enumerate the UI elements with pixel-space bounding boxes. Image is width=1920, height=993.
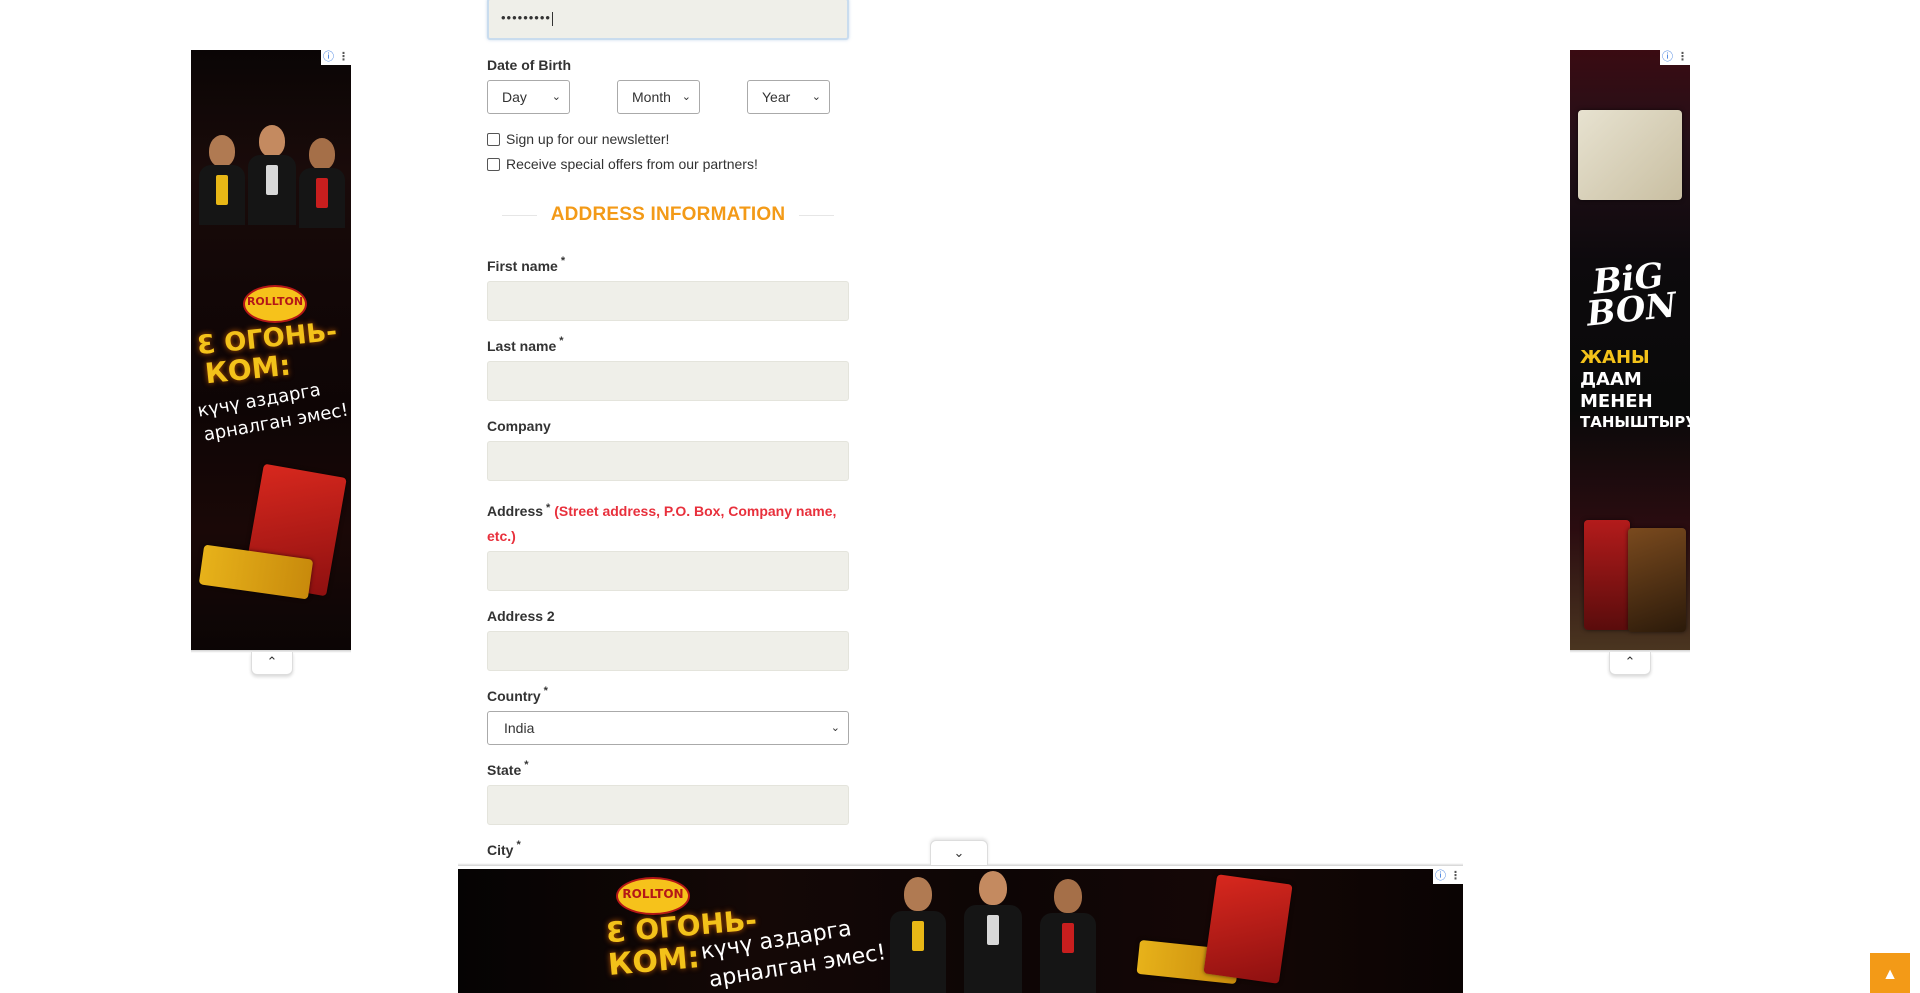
address-section-heading: ADDRESS INFORMATION: [502, 200, 834, 230]
chevron-down-icon: ⌄: [811, 91, 821, 103]
country-value: India: [504, 720, 535, 736]
ad-person: [299, 138, 345, 288]
ad-choices[interactable]: ⓘ ⋮: [321, 50, 351, 65]
state-label: State *: [487, 759, 529, 778]
password-value: •••••••••: [501, 10, 551, 25]
company-input[interactable]: [487, 441, 849, 481]
dob-day-value: Day: [502, 89, 527, 105]
state-label-text: State: [487, 762, 522, 778]
dob-month-select[interactable]: Month ⌄: [617, 80, 700, 114]
bottom-ad-banner[interactable]: ROLLTON Ɛ ОГОНЬ- КОМ: күчү аздарга арнал…: [458, 869, 1463, 993]
chevron-down-icon: ⌄: [551, 91, 561, 103]
address2-label: Address 2: [487, 608, 555, 624]
ad-info-icon[interactable]: ⓘ: [1660, 50, 1675, 65]
dob-year-select[interactable]: Year ⌄: [747, 80, 830, 114]
ad-person: [1040, 879, 1096, 993]
scroll-to-top-button[interactable]: ▲: [1870, 953, 1910, 993]
bigbon-logo-line-2: BON: [1584, 284, 1679, 335]
address-input[interactable]: [487, 551, 849, 591]
ad-text-line-3: МЕНЕН: [1580, 391, 1653, 412]
bottom-ad-collapse-button[interactable]: ⌄: [930, 840, 988, 865]
noodle-package-image: [1203, 874, 1293, 984]
ad-more-icon[interactable]: ⋮: [1675, 50, 1690, 65]
country-label-text: Country: [487, 688, 541, 704]
ad-person: [199, 135, 245, 285]
company-label-text: Company: [487, 418, 551, 434]
section-title: ADDRESS INFORMATION: [550, 204, 786, 225]
country-label: Country *: [487, 685, 548, 704]
left-ad-banner[interactable]: ROLLTON Ɛ ОГОНЬ- КОМ: күчү аздарга арнал…: [191, 50, 351, 650]
ad-info-icon[interactable]: ⓘ: [321, 50, 336, 65]
ad-more-icon[interactable]: ⋮: [1448, 869, 1463, 884]
offers-checkbox[interactable]: [487, 157, 500, 171]
bigbon-package-image: [1578, 110, 1682, 200]
chevron-up-icon: ⌃: [1624, 654, 1636, 669]
ad-choices[interactable]: ⓘ ⋮: [1660, 50, 1690, 65]
dob-label: Date of Birth: [487, 57, 571, 73]
city-label: City *: [487, 839, 521, 858]
chevron-down-icon: ⌄: [953, 845, 965, 860]
ad-person: [964, 871, 1022, 993]
divider: [799, 214, 834, 216]
address2-label-text: Address 2: [487, 608, 555, 624]
bigbon-logo: BiG BON: [1577, 256, 1683, 335]
password-input[interactable]: •••••••••: [487, 0, 849, 40]
ad-info-icon[interactable]: ⓘ: [1433, 869, 1448, 884]
ad-headline-2: КОМ:: [203, 348, 293, 391]
text-cursor: [551, 11, 553, 26]
last-name-label: Last name *: [487, 335, 564, 354]
city-label-text: City: [487, 842, 514, 858]
chevron-down-icon: ⌄: [681, 91, 691, 103]
country-select[interactable]: India ⌄: [487, 711, 849, 745]
required-mark: *: [546, 502, 551, 514]
noodle-bowl-image: [1628, 528, 1686, 632]
address-label: Address * (Street address, P.O. Box, Comp…: [487, 499, 849, 549]
rollton-logo: ROLLTON: [243, 285, 307, 323]
dob-month-value: Month: [632, 89, 671, 105]
ad-headline-2: КОМ:: [606, 940, 702, 983]
dob-year-value: Year: [762, 89, 791, 105]
address-hint-line-2: etc.): [487, 528, 516, 544]
required-mark: *: [516, 839, 521, 851]
address2-input[interactable]: [487, 631, 849, 671]
chevron-down-icon: ⌄: [830, 722, 840, 734]
left-ad-collapse-button[interactable]: ⌃: [251, 652, 293, 675]
required-mark: *: [559, 335, 564, 347]
first-name-label: First name *: [487, 255, 566, 274]
newsletter-label[interactable]: Sign up for our newsletter!: [506, 131, 669, 147]
address-label-text: Address: [487, 503, 544, 519]
last-name-label-text: Last name: [487, 338, 557, 354]
arrow-up-icon: ▲: [1882, 966, 1898, 983]
dob-day-select[interactable]: Day ⌄: [487, 80, 570, 114]
required-mark: *: [543, 685, 548, 697]
right-ad-banner[interactable]: BiG BON ЖАНЫ ДААМ МЕНЕН ТАНЫШТЫРУУ ⓘ ⋮: [1570, 50, 1690, 650]
ad-text-line-2: ДААМ: [1580, 369, 1642, 390]
ad-person: [890, 877, 946, 993]
ad-choices[interactable]: ⓘ ⋮: [1433, 869, 1463, 884]
ad-person: [248, 125, 296, 275]
offers-row: Receive special offers from our partners…: [487, 156, 758, 172]
company-label: Company: [487, 418, 551, 434]
first-name-label-text: First name: [487, 258, 558, 274]
required-mark: *: [524, 759, 529, 771]
address-hint-line-1: (Street address, P.O. Box, Company name,: [554, 503, 837, 519]
required-mark: *: [560, 255, 566, 267]
state-input[interactable]: [487, 785, 849, 825]
divider: [502, 214, 537, 216]
page: ••••••••• Date of Birth Day ⌄ Month ⌄ Ye…: [0, 0, 1920, 993]
bigbon-package-image: [1584, 520, 1630, 630]
last-name-input[interactable]: [487, 361, 849, 401]
offers-label[interactable]: Receive special offers from our partners…: [506, 156, 758, 172]
first-name-input[interactable]: [487, 281, 849, 321]
newsletter-checkbox[interactable]: [487, 132, 500, 146]
ad-text-line-4: ТАНЫШТЫРУУ: [1580, 413, 1690, 431]
chevron-up-icon: ⌃: [266, 654, 278, 669]
newsletter-row: Sign up for our newsletter!: [487, 131, 669, 147]
right-ad-collapse-button[interactable]: ⌃: [1609, 652, 1651, 675]
ad-text-line-1: ЖАНЫ: [1580, 347, 1650, 368]
ad-more-icon[interactable]: ⋮: [336, 50, 351, 65]
